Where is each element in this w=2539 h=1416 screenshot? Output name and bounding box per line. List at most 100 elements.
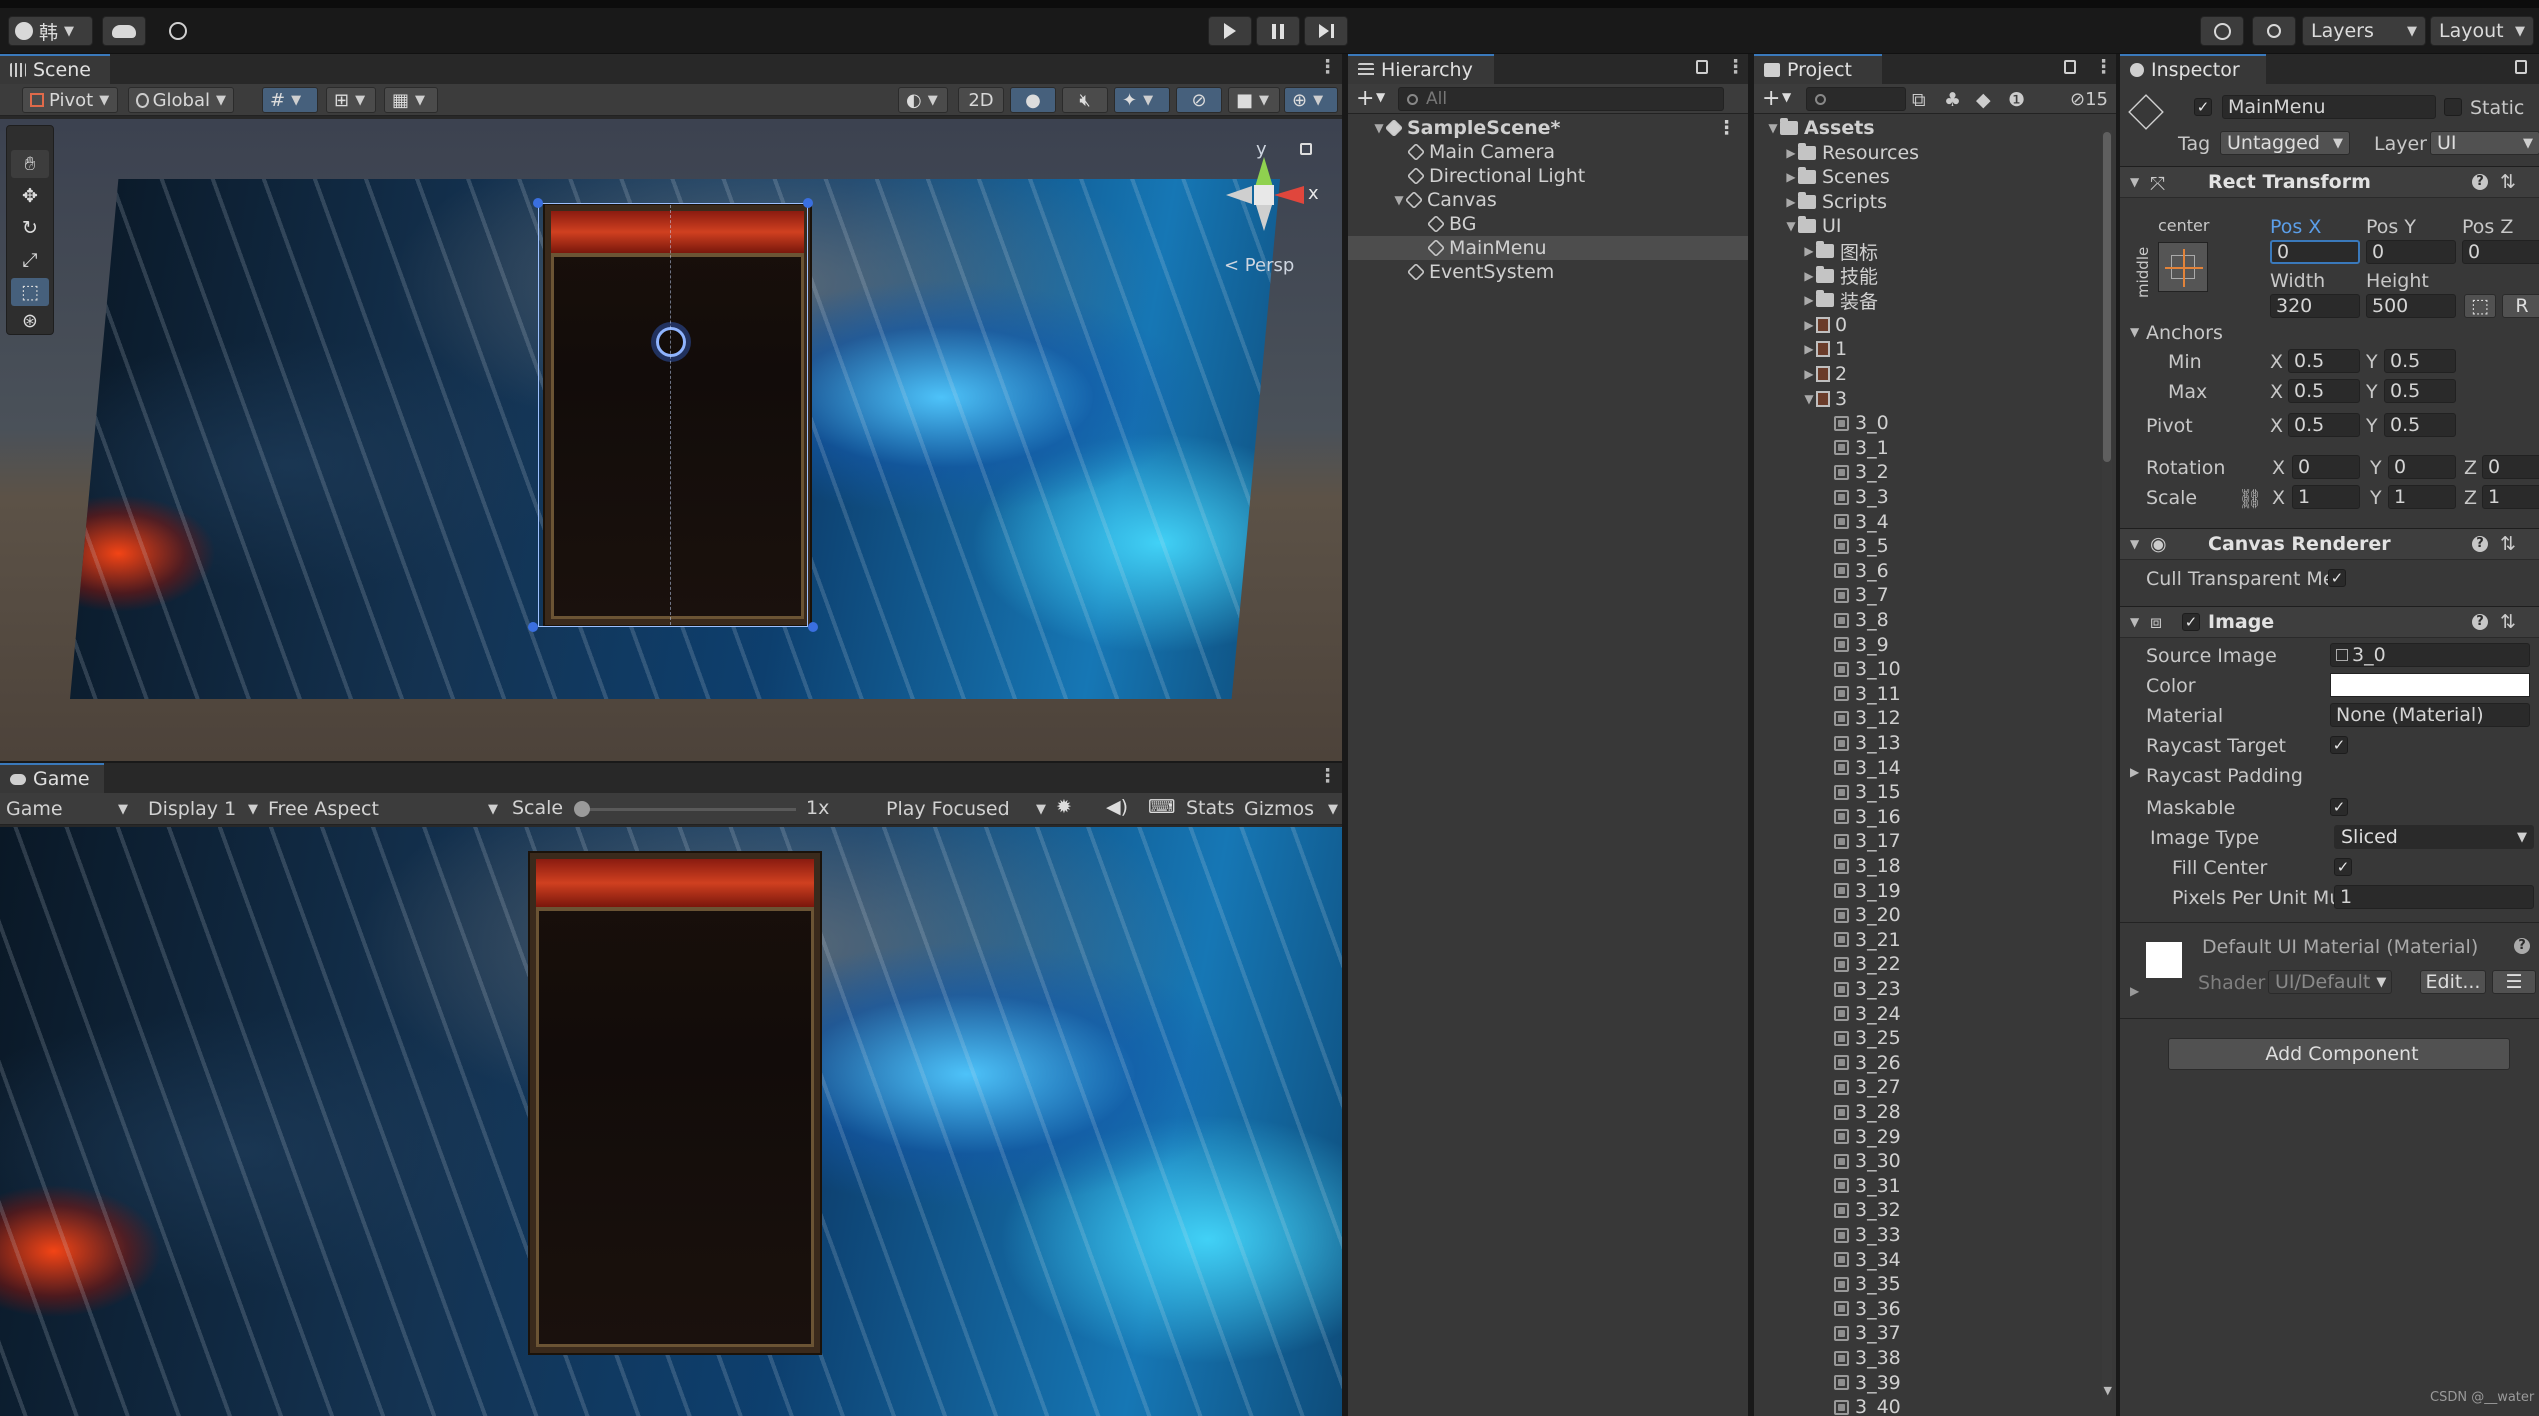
project-sprite[interactable]: 3_29 xyxy=(1754,1125,2096,1149)
project-sprite[interactable]: 3_8 xyxy=(1754,608,2096,632)
project-sprite[interactable]: 3_15 xyxy=(1754,780,2096,804)
search-button[interactable] xyxy=(2252,16,2296,46)
project-sprite[interactable]: 3_3 xyxy=(1754,485,2096,509)
project-folder[interactable]: ▶ 技能 xyxy=(1754,264,2096,288)
cull-transparent-checkbox[interactable]: ✓ xyxy=(2328,569,2346,587)
anchors-label[interactable]: Anchors xyxy=(2146,322,2223,344)
warning-icon[interactable]: ❶ xyxy=(2008,89,2025,111)
project-asset[interactable]: ▶ 2 xyxy=(1754,362,2096,386)
project-sprite[interactable]: 3_40 xyxy=(1754,1395,2096,1416)
chevron-right-icon[interactable]: ▶ xyxy=(1802,318,1816,332)
project-sprite[interactable]: 3_14 xyxy=(1754,756,2096,780)
shader-dropdown[interactable]: UI/Default ▼ xyxy=(2268,970,2392,994)
project-sprite[interactable]: 3_2 xyxy=(1754,460,2096,484)
anchor-max-x-field[interactable]: 0.5 xyxy=(2288,379,2360,403)
lock-icon[interactable] xyxy=(2515,60,2527,74)
project-folder[interactable]: ▼ Assets xyxy=(1754,116,2096,140)
project-sprite[interactable]: 3_36 xyxy=(1754,1297,2096,1321)
height-field[interactable]: 500 xyxy=(2366,294,2456,318)
lock-icon[interactable] xyxy=(1696,60,1708,74)
scroll-down-icon[interactable]: ▼ xyxy=(2104,1384,2112,1397)
image-type-dropdown[interactable]: Sliced ▼ xyxy=(2334,825,2534,849)
cloud-button[interactable] xyxy=(102,16,146,46)
chevron-right-icon[interactable]: ▶ xyxy=(1802,244,1816,258)
anchor-min-y-field[interactable]: 0.5 xyxy=(2384,349,2456,373)
add-icon[interactable]: + xyxy=(1762,86,1780,111)
width-field[interactable]: 320 xyxy=(2270,294,2360,318)
project-sprite[interactable]: 3_4 xyxy=(1754,510,2096,534)
scale-tool-icon[interactable]: ⤢ xyxy=(11,246,49,274)
chevron-down-icon[interactable]: ▼ xyxy=(1766,121,1780,135)
help-icon[interactable]: ? xyxy=(2472,536,2488,552)
chevron-down-icon[interactable]: ▼ xyxy=(2130,325,2139,339)
layer-dropdown[interactable]: UI ▼ xyxy=(2430,131,2539,155)
rect-handle[interactable] xyxy=(528,622,538,632)
type-filter-icon[interactable]: ⧉ xyxy=(1912,89,1926,111)
project-folder[interactable]: ▶ Scripts xyxy=(1754,190,2096,214)
more-icon[interactable]: ⋮ xyxy=(1318,58,1337,78)
static-checkbox[interactable] xyxy=(2444,98,2462,116)
camera-dropdown[interactable]: ■ ▼ xyxy=(1228,87,1280,113)
project-asset[interactable]: ▶ 0 xyxy=(1754,313,2096,337)
add-component-button[interactable]: Add Component xyxy=(2168,1038,2510,1070)
aspect-dropdown[interactable]: Free Aspect ▼ xyxy=(268,797,498,821)
project-sprite[interactable]: 3_26 xyxy=(1754,1051,2096,1075)
rotation-x-field[interactable]: 0 xyxy=(2292,455,2360,479)
project-sprite[interactable]: 3_37 xyxy=(1754,1321,2096,1345)
anchor-max-y-field[interactable]: 0.5 xyxy=(2384,379,2456,403)
project-sprite[interactable]: 3_28 xyxy=(1754,1100,2096,1124)
hidden-objects-toggle[interactable]: ⊘ xyxy=(1176,87,1222,113)
scale-y-field[interactable]: 1 xyxy=(2388,485,2456,509)
tab-game[interactable]: Game xyxy=(0,763,104,793)
pause-button[interactable] xyxy=(1256,16,1300,46)
project-search[interactable] xyxy=(1806,87,1906,111)
project-scrollbar[interactable] xyxy=(2102,130,2112,1400)
audio-toggle[interactable]: 🔇︎ xyxy=(1062,87,1108,113)
grid-visibility-toggle[interactable]: ▦ ▼ xyxy=(384,87,438,113)
rotate-tool-icon[interactable]: ↻ xyxy=(11,214,49,242)
project-sprite[interactable]: 3_39 xyxy=(1754,1371,2096,1395)
hand-tool-icon[interactable]: ✋︎ xyxy=(11,150,49,178)
project-sprite[interactable]: 3_6 xyxy=(1754,559,2096,583)
hierarchy-item[interactable]: Main Camera xyxy=(1348,140,1748,164)
pos-z-field[interactable]: 0 xyxy=(2462,240,2539,264)
rect-handle[interactable] xyxy=(533,198,543,208)
project-sprite[interactable]: 3_9 xyxy=(1754,633,2096,657)
add-icon[interactable]: + xyxy=(1356,86,1374,111)
raycast-padding-label[interactable]: Raycast Padding xyxy=(2146,765,2303,787)
move-tool-icon[interactable]: ✥ xyxy=(11,182,49,210)
history-button[interactable] xyxy=(2200,16,2244,46)
global-dropdown[interactable]: Global ▼ xyxy=(128,87,234,113)
tab-scene[interactable]: Scene xyxy=(0,54,110,84)
hierarchy-item[interactable]: ▼ Canvas xyxy=(1348,188,1748,212)
help-icon[interactable]: ? xyxy=(2472,614,2488,630)
chevron-down-icon[interactable]: ▼ xyxy=(1376,90,1385,104)
pixels-per-unit-field[interactable]: 1 xyxy=(2334,885,2534,909)
project-sprite[interactable]: 3_7 xyxy=(1754,583,2096,607)
chevron-right-icon[interactable]: ▶ xyxy=(2130,765,2139,779)
project-sprite[interactable]: 3_31 xyxy=(1754,1174,2096,1198)
rect-handle[interactable] xyxy=(803,198,813,208)
project-sprite[interactable]: 3_21 xyxy=(1754,928,2096,952)
pos-x-field[interactable]: 0 xyxy=(2270,240,2360,264)
more-icon[interactable]: ⋮ xyxy=(1726,58,1745,78)
maskable-checkbox[interactable]: ✓ xyxy=(2330,798,2348,816)
project-sprite[interactable]: 3_19 xyxy=(1754,879,2096,903)
project-sprite[interactable]: 3_27 xyxy=(1754,1075,2096,1099)
pos-y-field[interactable]: 0 xyxy=(2366,240,2456,264)
lock-icon[interactable] xyxy=(2064,60,2076,74)
fill-center-checkbox[interactable]: ✓ xyxy=(2334,858,2352,876)
chevron-right-icon[interactable]: ▶ xyxy=(1784,170,1798,184)
more-icon[interactable]: ⋮ xyxy=(1717,117,1736,139)
gizmo-center-cube[interactable] xyxy=(1254,185,1274,205)
orientation-gizmo[interactable]: y x xyxy=(1200,139,1330,249)
hierarchy-scene-row[interactable]: ▼ SampleScene* ⋮ xyxy=(1348,116,1748,140)
rect-handle[interactable] xyxy=(808,622,818,632)
increment-snap-toggle[interactable]: ⊞ ▼ xyxy=(326,87,376,113)
lock-icon[interactable] xyxy=(1300,143,1312,155)
star-filter-icon[interactable]: ◆ xyxy=(1976,89,1991,111)
help-icon[interactable]: ? xyxy=(2514,938,2530,954)
pivot-y-field[interactable]: 0.5 xyxy=(2384,413,2456,437)
scene-viewport[interactable]: ✋︎ ✥ ↻ ⤢ ⬚ ⊛ y x < Persp xyxy=(0,119,1342,761)
project-sprite[interactable]: 3_25 xyxy=(1754,1026,2096,1050)
